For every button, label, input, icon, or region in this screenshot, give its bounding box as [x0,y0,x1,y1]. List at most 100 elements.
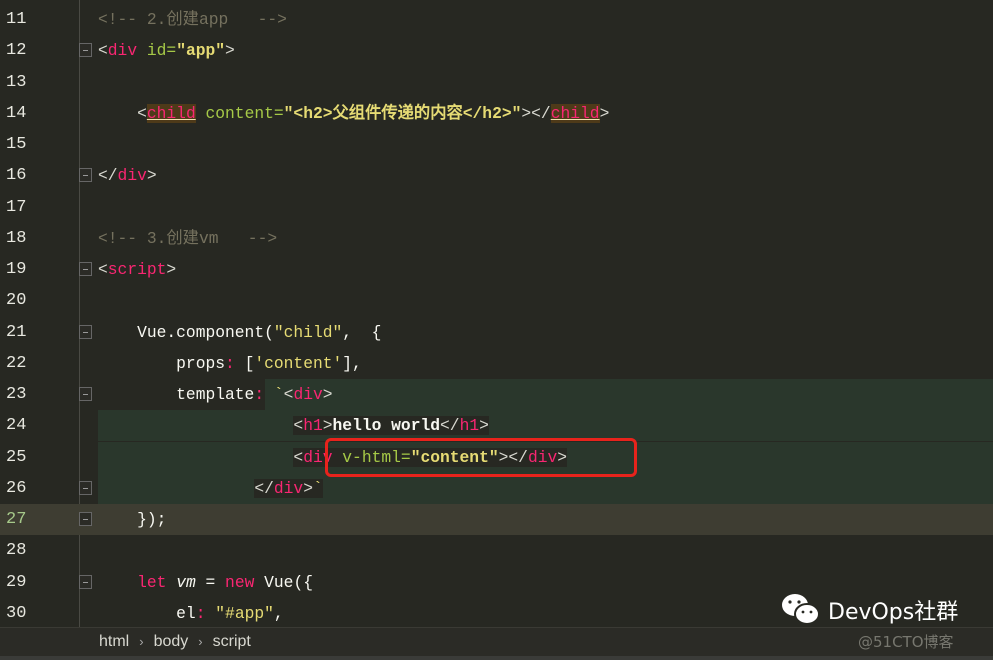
fold-toggle-icon[interactable] [79,387,92,401]
line-number: 13 [6,72,27,92]
code-token: div [273,478,304,498]
fold-toggle-icon[interactable] [79,480,92,495]
code-token: < [98,103,147,123]
code-line[interactable]: 26 </div>` [0,472,993,504]
code-line[interactable]: 17 [0,192,993,223]
code-token: div [293,385,323,404]
code-token: > [225,41,235,61]
code-token: content= [195,103,284,123]
line-number: 22 [6,353,27,373]
code-token: "<h2>父组件传递的内容</h2>" [283,103,522,123]
code-token: template [98,385,255,404]
code-token: div [117,166,147,186]
code-token: "#app" [215,603,274,623]
code-token: , [273,603,284,623]
code-line[interactable]: 15 [0,129,993,160]
line-number: 19 [6,260,27,279]
line-number: 28 [6,541,27,561]
status-bar: html › body › script [0,627,993,660]
highlight-annotation-box [325,438,637,477]
line-number: 27 [6,510,27,529]
code-editor[interactable]: 11 <!-- 2.创建app --> 12 <div id="app"> 13 14 <… [0,0,993,627]
code-token: let [137,572,167,592]
code-line[interactable]: 28 [0,535,993,566]
code-line[interactable]: 19 <script> [0,254,993,285]
code-line[interactable]: 14 < child content="<h2>父组件传递的内容</h2>"></… [0,98,993,129]
fold-toggle-icon[interactable] [79,512,92,526]
line-number: 24 [6,416,27,436]
fold-toggle-icon[interactable] [79,324,92,339]
code-line[interactable]: 20 [0,285,993,316]
code-token: </ [440,416,460,436]
code-line[interactable]: 16 </div> [0,160,993,191]
code-line[interactable]: 11 <!-- 2.创建app --> [0,4,993,35]
line-number: 21 [6,322,27,342]
code-token: "app" [176,41,226,61]
code-token: Vue({ [254,572,313,592]
code-token: , { [342,322,382,342]
code-text: }); [98,504,993,535]
line-number: 12 [6,41,27,61]
code-line[interactable]: 21 Vue.component("child", { [0,317,993,348]
code-token: > [322,416,333,436]
fold-toggle-icon[interactable] [79,574,92,589]
code-line[interactable]: 18 <!-- 3.创建vm --> [0,223,993,254]
code-token: div [107,41,138,61]
code-token: < [283,385,294,404]
code-token: > [322,385,333,404]
code-token: 'content' [254,353,343,373]
code-token: < [293,416,304,436]
breadcrumb-item-body[interactable]: body [154,633,189,650]
code-token: h1 [459,416,480,436]
code-line[interactable]: 22 props: ['content'], [0,348,993,379]
code-line[interactable]: 27 }); [0,504,993,535]
code-line[interactable]: 23 template: `<div> [0,379,993,410]
fold-toggle-icon[interactable] [79,168,92,183]
line-number: 30 [6,603,27,623]
horizontal-scrollbar[interactable] [0,656,993,660]
code-token: vm [176,572,196,592]
code-line[interactable]: 12 <div id="app"> [0,35,993,66]
line-number: 29 [6,572,27,592]
line-number: 17 [6,197,27,217]
code-token: script [107,260,167,279]
code-text: <child content="<h2>父组件传递的内容</h2>"></chi… [98,98,993,129]
code-text: </div> [98,160,993,191]
watermark-brand: DevOps社群 [828,600,959,625]
fold-toggle-icon[interactable] [79,262,92,276]
code-token: new [225,572,255,592]
code-text: template: `<div> [98,379,993,410]
breadcrumb-item-html[interactable]: html [99,633,129,650]
code-token: Vue.component( [98,322,274,342]
code-text: <h1>hello world</h1> [98,410,993,441]
code-line[interactable]: 13 [0,67,993,98]
code-text: <!-- 3.创建vm --> [98,223,993,254]
code-token: : [254,385,265,404]
code-token: ></ [521,103,551,123]
breadcrumb-item-script[interactable]: script [213,633,251,650]
line-number: 26 [6,478,27,498]
code-token: : [195,603,206,623]
code-token: < [98,260,108,279]
code-line[interactable]: 24 <h1>hello world</h1> [0,410,993,442]
line-number: 14 [6,103,27,123]
code-token: > [303,478,313,498]
code-token: ], [342,353,362,373]
code-token: </ [98,166,118,186]
code-token: </ [254,478,274,498]
code-token: > [479,416,489,436]
code-token: child [550,103,600,123]
code-token: > [146,166,157,186]
code-token: > [166,260,177,279]
code-token: hello world [332,416,441,436]
fold-toggle-icon[interactable] [79,43,92,58]
code-token: [ [234,353,255,373]
line-number: 23 [6,385,27,404]
code-token: id= [137,41,177,61]
